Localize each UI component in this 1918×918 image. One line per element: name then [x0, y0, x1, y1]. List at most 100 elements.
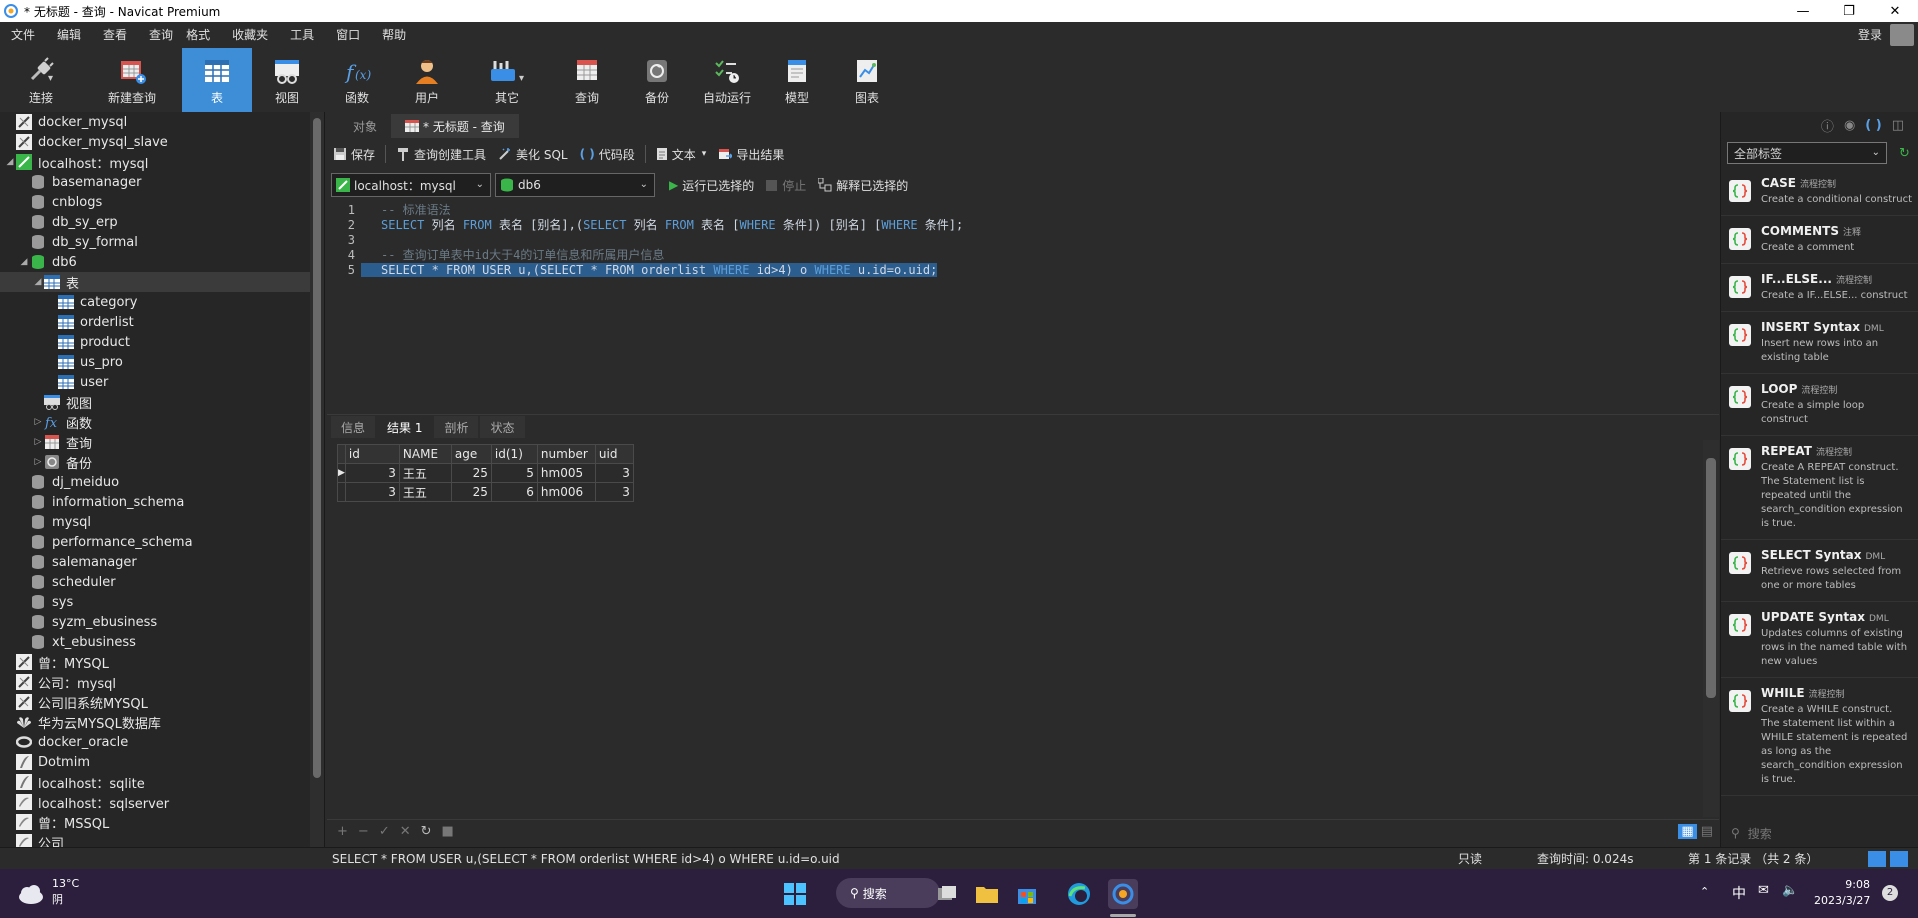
function-button[interactable]: f (x) 函数 [322, 48, 392, 112]
row-marker[interactable] [337, 482, 346, 502]
notification-badge[interactable]: 2 [1882, 885, 1898, 901]
tree-item[interactable]: localhost：sqlserver [0, 792, 324, 812]
editor-line[interactable]: 5 SELECT * FROM USER u,(SELECT * FROM ord… [327, 262, 1719, 277]
expanded-arrow-icon[interactable]: ◢ [4, 157, 16, 167]
menu-file[interactable]: 文件 [0, 22, 46, 48]
apply-icon[interactable]: ✓ [379, 824, 390, 839]
tree-item[interactable]: syzm_ebusiness [0, 612, 324, 632]
snippet-item[interactable]: IF...ELSE... 流程控制 Create a IF...ELSE... co… [1721, 264, 1918, 312]
tab-status[interactable]: 状态 [480, 416, 525, 438]
menu-view[interactable]: 查看 [92, 22, 138, 48]
column-header[interactable]: NAME [398, 444, 452, 464]
tree-item[interactable]: 视图 [0, 392, 324, 412]
editor-line[interactable]: 4 -- 查询订单表中id大于4的订单信息和所属用户信息 [327, 247, 1719, 263]
backup-button[interactable]: 备份 [622, 48, 692, 112]
tree-item[interactable]: performance_schema [0, 532, 324, 552]
tree-item[interactable]: dj_meiduo [0, 472, 324, 492]
text-button[interactable]: 文本 ▾ [650, 140, 713, 168]
column-header[interactable]: id(1) [490, 444, 538, 464]
tree-item[interactable]: scheduler [0, 572, 324, 592]
tree-item[interactable]: us_pro [0, 352, 324, 372]
table-cell[interactable]: 王五 [398, 463, 452, 483]
refresh-snippets-icon[interactable]: ↻ [1899, 146, 1910, 161]
grid-view-icon[interactable]: ▦ [1678, 824, 1697, 839]
table-row[interactable]: 3 王五 25 6 hm006 3 [337, 482, 634, 502]
auto-run-button[interactable]: 自动运行 [692, 48, 762, 112]
tree-item[interactable]: ◢ 表 [0, 272, 324, 292]
column-header[interactable]: number [536, 444, 596, 464]
close-button[interactable]: ✕ [1872, 0, 1918, 22]
network-icon[interactable]: ✉ [1758, 883, 1769, 898]
connection-select[interactable]: localhost：mysql ⌄ [331, 173, 491, 197]
snippet-item[interactable]: SELECT Syntax DML Retrieve rows selected f… [1721, 540, 1918, 602]
snippet-item[interactable]: UPDATE Syntax DML Updates columns of exist… [1721, 602, 1918, 678]
login-link[interactable]: 登录 [1858, 22, 1882, 48]
other-button[interactable]: ▾ 其它 [462, 48, 552, 112]
chart-button[interactable]: 图表 [832, 48, 902, 112]
snippet-item[interactable]: INSERT Syntax DML Insert new rows into an … [1721, 312, 1918, 374]
file-explorer-icon[interactable] [972, 879, 1002, 909]
tree-item[interactable]: ▷ fx 函数 [0, 412, 324, 432]
taskbar-search[interactable]: ⚲ 搜索 [836, 878, 940, 908]
tree-item[interactable]: mysql [0, 512, 324, 532]
tree-item[interactable]: salemanager [0, 552, 324, 572]
tab-info[interactable]: 信息 [331, 416, 376, 438]
table-cell[interactable]: 3 [594, 463, 634, 483]
menu-help[interactable]: 帮助 [371, 22, 417, 48]
beautify-sql-button[interactable]: 美化 SQL [492, 140, 574, 168]
query-button[interactable]: 查询 [552, 48, 622, 112]
collapsed-arrow-icon[interactable]: ▷ [32, 417, 44, 427]
tree-item[interactable]: 曾：MSSQL [0, 812, 324, 832]
tree-item[interactable]: xt_ebusiness [0, 632, 324, 652]
volume-icon[interactable]: 🔈 [1782, 883, 1798, 898]
edge-browser-icon[interactable] [1064, 879, 1094, 909]
table-row[interactable]: ▶ 3 王五 25 5 hm005 3 [337, 463, 634, 483]
maximize-button[interactable]: ❐ [1826, 0, 1872, 22]
code-snippet-button[interactable]: ( ) 代码段 [574, 140, 641, 168]
delete-row-icon[interactable]: − [358, 824, 369, 839]
tree-item[interactable]: docker_oracle [0, 732, 324, 752]
user-avatar-icon[interactable] [1890, 24, 1914, 46]
menu-query[interactable]: 查询 [138, 22, 175, 48]
tree-item[interactable]: ▷ 查询 [0, 432, 324, 452]
tree-item[interactable]: 公司旧系统MYSQL [0, 692, 324, 712]
tree-item[interactable]: category [0, 292, 324, 312]
discard-icon[interactable]: ✕ [400, 824, 411, 839]
menu-favorites[interactable]: 收藏夹 [221, 22, 279, 48]
column-header[interactable]: age [450, 444, 492, 464]
stop-button[interactable]: 停止 [760, 171, 812, 199]
table-cell[interactable]: 王五 [398, 482, 452, 502]
layout-icon[interactable]: ◫ [1892, 118, 1904, 133]
editor-line[interactable]: 3 [327, 232, 1719, 247]
grid-scrollbar[interactable] [1703, 440, 1719, 817]
menu-edit[interactable]: 编辑 [46, 22, 92, 48]
menu-window[interactable]: 窗口 [325, 22, 371, 48]
snippet-search[interactable]: ⚲ 搜索 [1721, 821, 1918, 845]
tree-item[interactable]: information_schema [0, 492, 324, 512]
collapsed-arrow-icon[interactable]: ▷ [32, 457, 44, 467]
tree-item[interactable]: user [0, 372, 324, 392]
tree-item[interactable]: Dotmim [0, 752, 324, 772]
panel-right-icon[interactable] [1890, 851, 1908, 867]
tree-item[interactable]: localhost：sqlite [0, 772, 324, 792]
tree-item[interactable]: 公司 [0, 832, 324, 847]
info-icon[interactable]: ⓘ [1821, 116, 1834, 135]
store-icon[interactable] [1012, 879, 1042, 909]
tree-item[interactable]: basemanager [0, 172, 324, 192]
form-view-icon[interactable]: ▤ [1701, 824, 1713, 839]
tab-profile[interactable]: 剖析 [434, 416, 479, 438]
view-button[interactable]: 视图 [252, 48, 322, 112]
tab-objects[interactable]: 对象 [339, 114, 391, 138]
save-button[interactable]: 保存 [327, 140, 381, 168]
snippet-item[interactable]: COMMENTS 注释 Create a comment [1721, 216, 1918, 264]
table-cell[interactable]: 5 [490, 463, 538, 483]
collapsed-arrow-icon[interactable]: ▷ [32, 437, 44, 447]
tree-item[interactable]: db_sy_formal [0, 232, 324, 252]
table-cell[interactable]: 25 [450, 463, 492, 483]
tree-item[interactable]: 曾：MYSQL [0, 652, 324, 672]
snippet-item[interactable]: LOOP 流程控制 Create a simple loop construct [1721, 374, 1918, 436]
tree-scrollbar-thumb[interactable] [313, 118, 321, 778]
panel-left-icon[interactable] [1868, 851, 1886, 867]
tree-item[interactable]: 华为云MYSQL数据库 [0, 712, 324, 732]
minimize-button[interactable]: — [1780, 0, 1826, 22]
